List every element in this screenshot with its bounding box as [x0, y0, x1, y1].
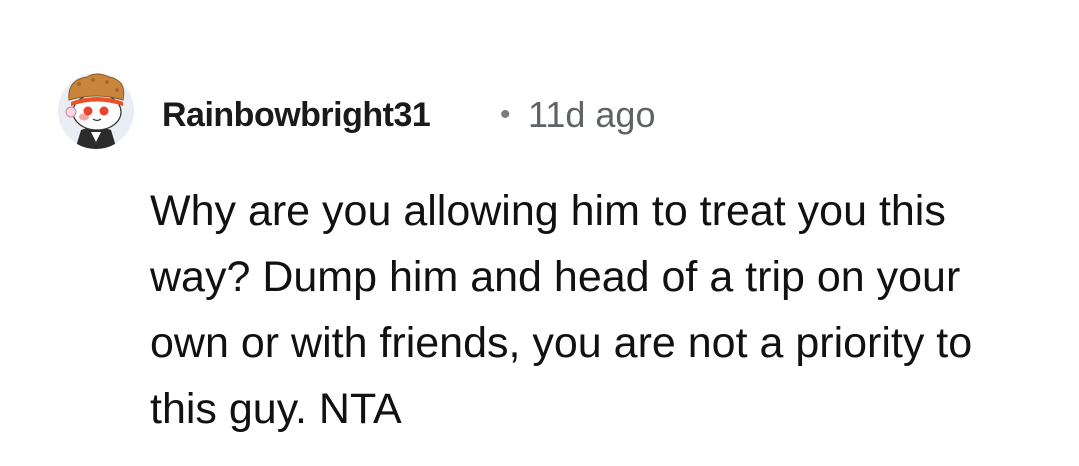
comment-timestamp: 11d ago — [528, 94, 656, 135]
user-avatar[interactable] — [57, 72, 135, 150]
comment-body: Why are you allowing him to treat you th… — [150, 187, 973, 433]
snoo-avatar-icon — [58, 73, 134, 149]
meta-separator: • — [500, 98, 511, 131]
comment-card: Rainbowbright31 • 11d ago Why are you al… — [0, 0, 1079, 466]
username-link[interactable]: Rainbowbright31 — [162, 95, 431, 135]
